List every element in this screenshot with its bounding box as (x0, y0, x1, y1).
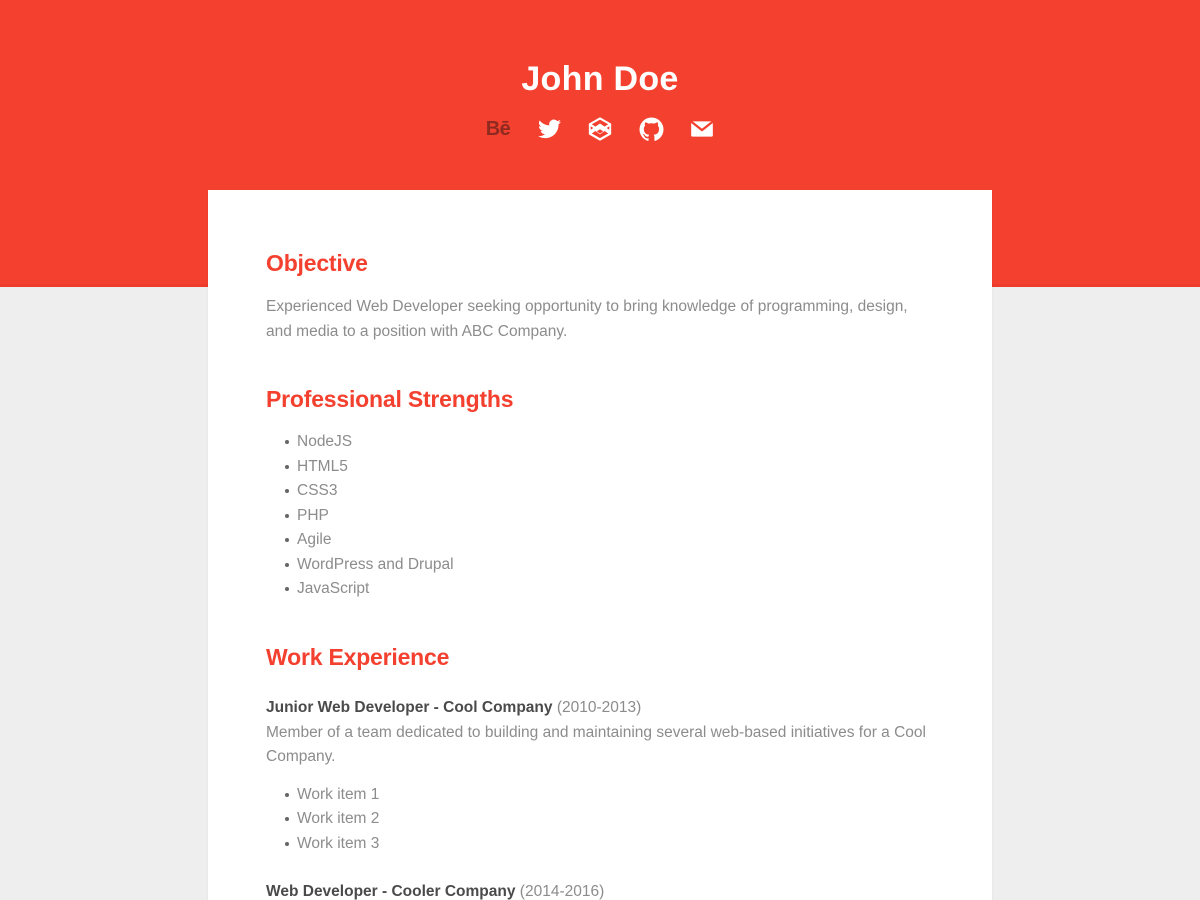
job-dates: (2010-2013) (556, 698, 642, 716)
list-item: WordPress and Drupal (266, 553, 934, 578)
job-entry: Web Developer - Cooler Company (2014-201… (266, 880, 934, 900)
job-dates: (2014-2016) (519, 883, 605, 900)
strengths-heading: Professional Strengths (266, 386, 514, 412)
list-item: NodeJS (266, 430, 934, 455)
section-objective: Objective Experienced Web Developer seek… (266, 248, 934, 344)
list-item: Agile (266, 528, 934, 553)
list-item: CSS3 (266, 479, 934, 504)
codepen-icon (587, 116, 613, 142)
job-description: Member of a team dedicated to building a… (266, 723, 926, 765)
github-icon (639, 117, 664, 142)
list-item: Work item 1 (266, 783, 934, 808)
job-entry: Junior Web Developer - Cool Company (201… (266, 696, 934, 857)
objective-heading: Objective (266, 250, 368, 276)
behance-icon: Bē (485, 118, 511, 140)
social-links-row: Bē (0, 114, 1200, 144)
job-title-text: Junior Web Developer - Cool Company (266, 698, 557, 716)
list-item: HTML5 (266, 455, 934, 480)
job-title: Junior Web Developer - Cool Company (201… (266, 696, 934, 719)
strengths-list: NodeJS HTML5 CSS3 PHP Agile WordPress an… (266, 430, 934, 602)
social-link-github[interactable] (636, 114, 666, 144)
section-strengths: Professional Strengths NodeJS HTML5 CSS3… (266, 384, 934, 602)
job-title: Web Developer - Cooler Company (2014-201… (266, 880, 934, 900)
job-items-list: Work item 1 Work item 2 Work item 3 (266, 783, 934, 857)
page-title: John Doe (521, 60, 679, 98)
list-item: PHP (266, 504, 934, 529)
section-work-experience: Work Experience Junior Web Developer - C… (266, 642, 934, 900)
social-link-email[interactable] (687, 114, 717, 144)
job-title-text: Web Developer - Cooler Company (266, 883, 520, 900)
objective-text: Experienced Web Developer seeking opport… (266, 298, 908, 340)
work-experience-heading: Work Experience (266, 643, 450, 670)
list-item: Work item 2 (266, 807, 934, 832)
email-icon (689, 116, 715, 142)
list-item: JavaScript (266, 577, 934, 602)
social-link-behance[interactable]: Bē (483, 114, 513, 144)
header-content: John Doe Bē (0, 0, 1200, 144)
social-link-codepen[interactable] (585, 114, 615, 144)
twitter-icon (537, 117, 562, 142)
social-link-twitter[interactable] (534, 114, 564, 144)
list-item: Work item 3 (266, 832, 934, 857)
resume-card: Objective Experienced Web Developer seek… (208, 190, 992, 900)
